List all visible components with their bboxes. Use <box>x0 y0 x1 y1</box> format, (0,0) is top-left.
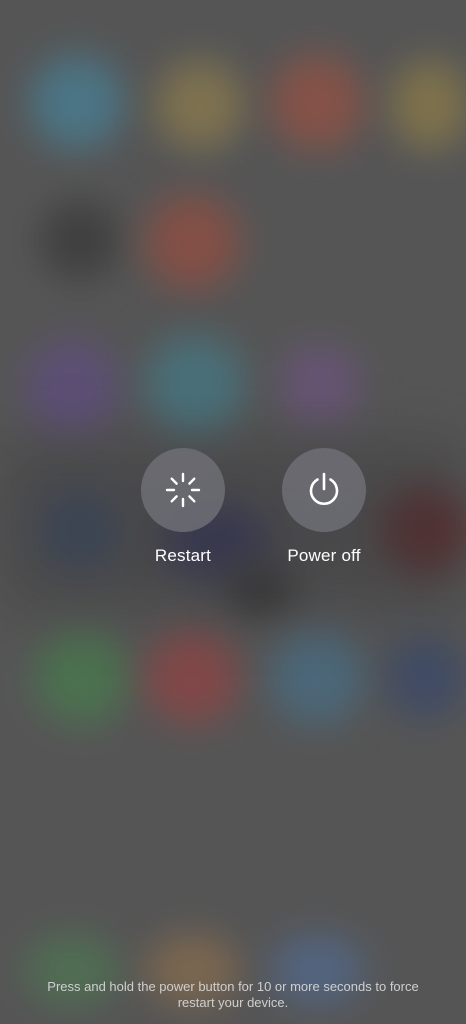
power-off-button[interactable] <box>282 448 366 532</box>
power-icon <box>309 472 339 505</box>
restart-label: Restart <box>154 546 212 565</box>
power-off-label: Power off <box>287 546 361 565</box>
restart-button[interactable] <box>141 448 225 532</box>
power-off-action[interactable]: Power off <box>264 448 384 566</box>
restart-spinner-icon <box>165 472 201 508</box>
restart-action[interactable]: Restart <box>123 448 243 566</box>
force-restart-hint: Press and hold the power button for 10 o… <box>47 979 419 1010</box>
